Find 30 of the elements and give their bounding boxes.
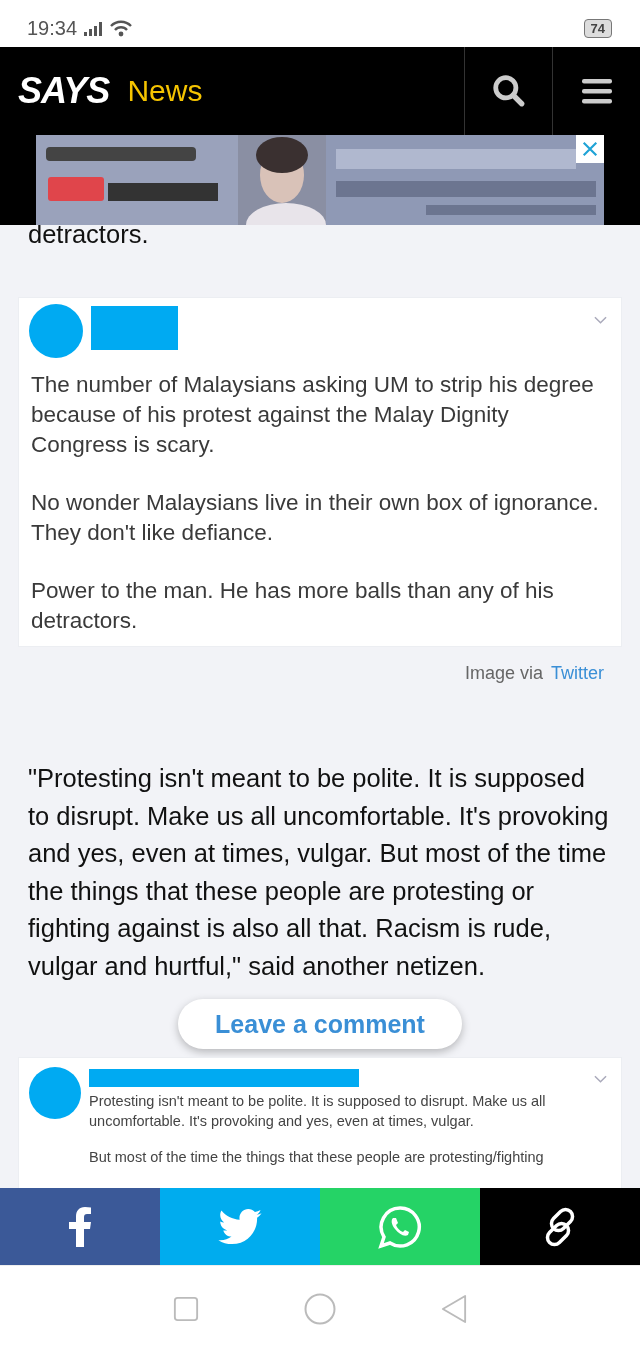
avatar <box>29 304 83 358</box>
article-text: detractors. <box>28 225 150 247</box>
section-title: News <box>127 74 203 108</box>
site-logo[interactable]: SAYS <box>18 70 110 112</box>
chevron-icon[interactable] <box>594 1075 607 1083</box>
back-icon[interactable] <box>441 1293 468 1324</box>
status-time: 19:34 <box>27 17 78 40</box>
tweet-text: Protesting isn't meant to be polite. It is supposed to disrupt. Make us all uncomfortable. It's provoking and yes, even at times, vulgar. <box>89 1092 547 1131</box>
link-share-button[interactable] <box>480 1188 640 1265</box>
credit-link[interactable]: Twitter <box>551 663 604 684</box>
leave-comment-button[interactable]: Leave a comment <box>178 999 462 1049</box>
credit-label: Image via <box>464 663 543 684</box>
signal-icon <box>83 21 104 36</box>
tweet-text: The number of Malaysians asking UM to strip his degree because of his protest against the Malay Dignity Congress is scary. <box>31 371 595 459</box>
bird-icon <box>218 1208 262 1245</box>
quote-text: "Protesting isn't meant to be polite. It is supposed to disrupt. Make us all uncomfortable. It's provoking and yes, even at times, vulgar. But most of the time the things that these people are protesting or fighting against is also all that. Racism is rude, vulgar and hurtful," said another netizen. <box>28 763 610 982</box>
tweet-text: Power to the man. He has more balls than any of his detractors. <box>31 577 555 635</box>
recent-apps-icon[interactable] <box>172 1295 199 1322</box>
phone-bubble-icon <box>378 1204 422 1249</box>
avatar <box>29 1067 81 1119</box>
chevron-icon[interactable] <box>594 316 607 324</box>
wifi-icon <box>109 19 134 38</box>
battery-level: 74 <box>583 19 612 38</box>
search-icon <box>491 74 526 108</box>
tweet-text: No wonder Malaysians live in their own box of ignorance. They don't like defiance. <box>31 489 600 547</box>
home-icon[interactable] <box>304 1292 336 1325</box>
facebook-share-button[interactable] <box>0 1188 160 1265</box>
tweet-text: But most of the time the things that these people are protesting/fighting <box>89 1148 545 1167</box>
close-button[interactable] <box>576 135 604 163</box>
close-icon <box>581 140 599 158</box>
